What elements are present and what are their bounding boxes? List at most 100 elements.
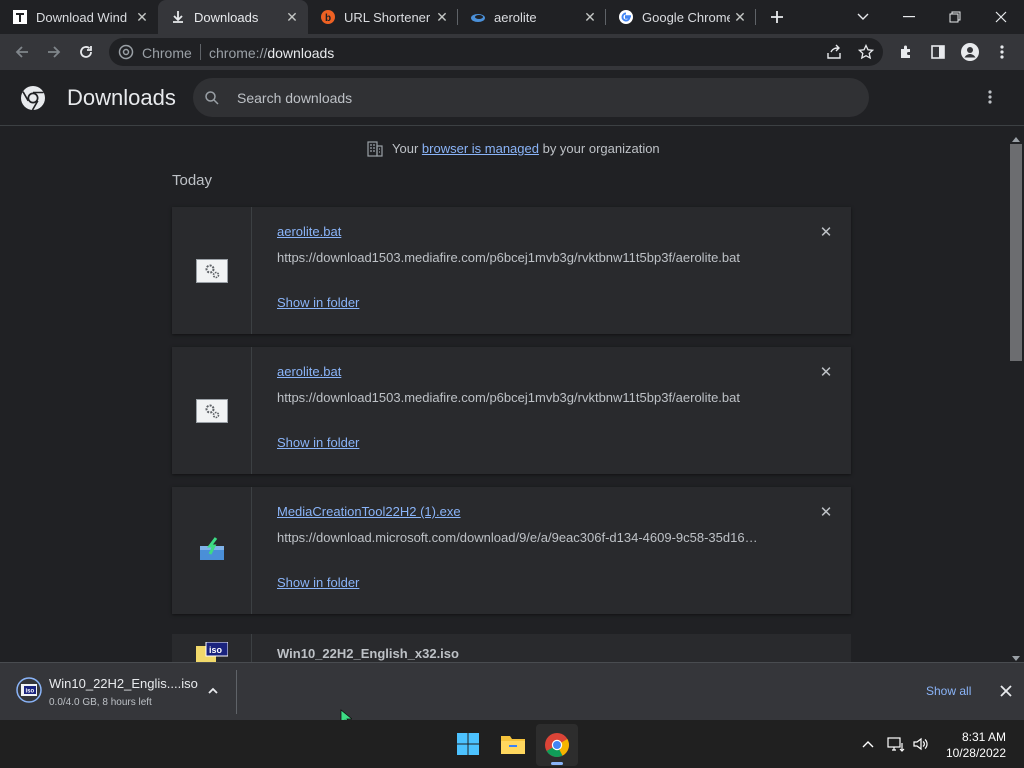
close-icon[interactable]: ✕ [730,7,750,27]
close-icon[interactable]: ✕ [580,7,600,27]
scrollbar-thumb[interactable] [1010,144,1022,361]
share-icon[interactable] [822,40,846,64]
windows-start-icon[interactable] [456,732,480,756]
back-button[interactable] [10,40,34,64]
side-panel-icon[interactable] [926,40,950,64]
bookmark-star-icon[interactable] [854,40,878,64]
scroll-up-arrow-icon[interactable] [1011,130,1021,142]
tab-google-chrome[interactable]: Google Chrome ✕ [606,0,756,34]
tab-divider [755,9,756,25]
close-icon[interactable]: ✕ [432,7,452,27]
clock-time: 8:31 AM [961,730,1006,744]
omnibox-url[interactable]: chrome://downloads [209,45,334,61]
volume-icon[interactable] [912,735,930,753]
chrome-menu-icon[interactable] [990,40,1014,64]
tab-search-button[interactable] [840,0,886,34]
download-filename-link[interactable]: MediaCreationTool22H2 (1).exe [277,504,461,519]
tab-title: aerolite [494,9,537,25]
close-window-button[interactable] [978,0,1024,34]
file-explorer-icon[interactable] [500,732,526,756]
batch-file-icon [196,259,228,283]
remove-from-list-close-icon[interactable]: ✕ [818,504,834,521]
chevron-up-icon[interactable] [860,736,876,752]
tab-download-windows[interactable]: Download Wind ✕ [0,0,158,34]
download-source-url[interactable]: https://download1503.mediafire.com/p6bce… [277,390,740,405]
browser-managed-link[interactable]: browser is managed [422,141,539,156]
url-scheme: chrome:// [209,45,268,61]
close-icon[interactable]: ✕ [132,7,152,27]
aerolite-icon [470,9,486,25]
shelf-item-status: 0.0/4.0 GB, 8 hours left [49,697,152,708]
extensions-icon[interactable] [894,40,918,64]
download-filename-link[interactable]: aerolite.bat [277,364,341,379]
download-filename[interactable]: Win10_22H2_English_x32.iso [277,646,459,661]
download-item-icon-column [172,347,252,474]
restore-button[interactable] [932,0,978,34]
close-icon[interactable]: ✕ [282,7,302,27]
chevron-up-icon[interactable] [206,684,220,698]
bitly-icon: b [320,9,336,25]
reload-button[interactable] [74,40,98,64]
show-in-folder-link[interactable]: Show in folder [277,295,359,310]
search-placeholder: Search downloads [237,90,353,106]
download-shelf [0,662,1024,720]
forward-button[interactable] [42,40,66,64]
download-item: MediaCreationTool22H2 (1).exe https://do… [172,487,851,614]
shelf-divider [236,670,237,714]
managed-notice: Your browser is managed by your organiza… [392,141,660,156]
tab-title: Downloads [194,9,259,25]
managed-suffix: by your organization [542,141,660,156]
tab-title: Download Wind [36,9,128,25]
chrome-taskbar-button[interactable] [536,724,578,766]
managed-prefix: Your [392,141,419,156]
clock-date: 10/28/2022 [945,746,1006,760]
new-tab-button[interactable] [766,6,788,28]
svg-text:b: b [325,13,331,24]
tab-downloads[interactable]: Downloads ✕ [158,0,308,34]
tab-title: Google Chrome [642,9,730,25]
page-title: Downloads [67,85,176,110]
download-item: aerolite.bat https://download1503.mediaf… [172,207,851,334]
chrome-site-icon[interactable] [118,44,134,60]
omnibox-site-label: Chrome [142,45,192,61]
download-item-icon-column [172,487,252,614]
download-source-url[interactable]: https://download.microsoft.com/download/… [277,530,758,545]
url-path: downloads [267,45,335,61]
iso-file-icon: iso [16,677,42,703]
active-app-indicator [551,762,563,765]
profile-avatar[interactable] [958,40,982,64]
remove-from-list-close-icon[interactable]: ✕ [818,224,834,241]
download-icon [170,9,186,25]
show-in-folder-link[interactable]: Show in folder [277,435,359,450]
scroll-down-arrow-icon[interactable] [1011,650,1021,661]
remove-from-list-close-icon[interactable]: ✕ [818,364,834,381]
building-icon [366,140,384,158]
tab-strip: Download Wind ✕ Downloads ✕ b URL Shorte… [0,0,1024,34]
show-all-button[interactable]: Show all [926,684,971,698]
omnibox-divider [200,44,201,60]
google-icon [618,9,634,25]
search-icon [204,90,220,106]
batch-file-icon [196,399,228,423]
download-source-url[interactable]: https://download1503.mediafire.com/p6bce… [277,250,740,265]
section-header-today: Today [172,172,213,189]
download-item-icon-column [172,207,252,334]
network-icon[interactable] [887,735,905,753]
download-filename-link[interactable]: aerolite.bat [277,224,341,239]
chrome-icon [544,732,570,758]
show-in-folder-link[interactable]: Show in folder [277,575,359,590]
svg-text:iso: iso [209,645,223,655]
system-clock[interactable]: 8:31 AM 10/28/2022 [946,729,1006,761]
download-item: aerolite.bat https://download1503.mediaf… [172,347,851,474]
tab-favicon-t-icon [12,9,28,25]
iso-file-icon: iso [196,641,229,664]
close-shelf-icon[interactable] [999,684,1013,698]
chrome-logo-icon [20,85,46,111]
tab-aerolite[interactable]: aerolite ✕ [458,0,606,34]
tab-url-shortener[interactable]: b URL Shortener - ✕ [308,0,458,34]
shelf-item-filename[interactable]: Win10_22H2_Englis....iso [49,676,198,691]
svg-text:iso: iso [26,689,35,695]
more-actions-icon[interactable] [984,89,996,107]
tab-title: URL Shortener - [344,9,432,25]
minimize-button[interactable] [886,0,932,34]
